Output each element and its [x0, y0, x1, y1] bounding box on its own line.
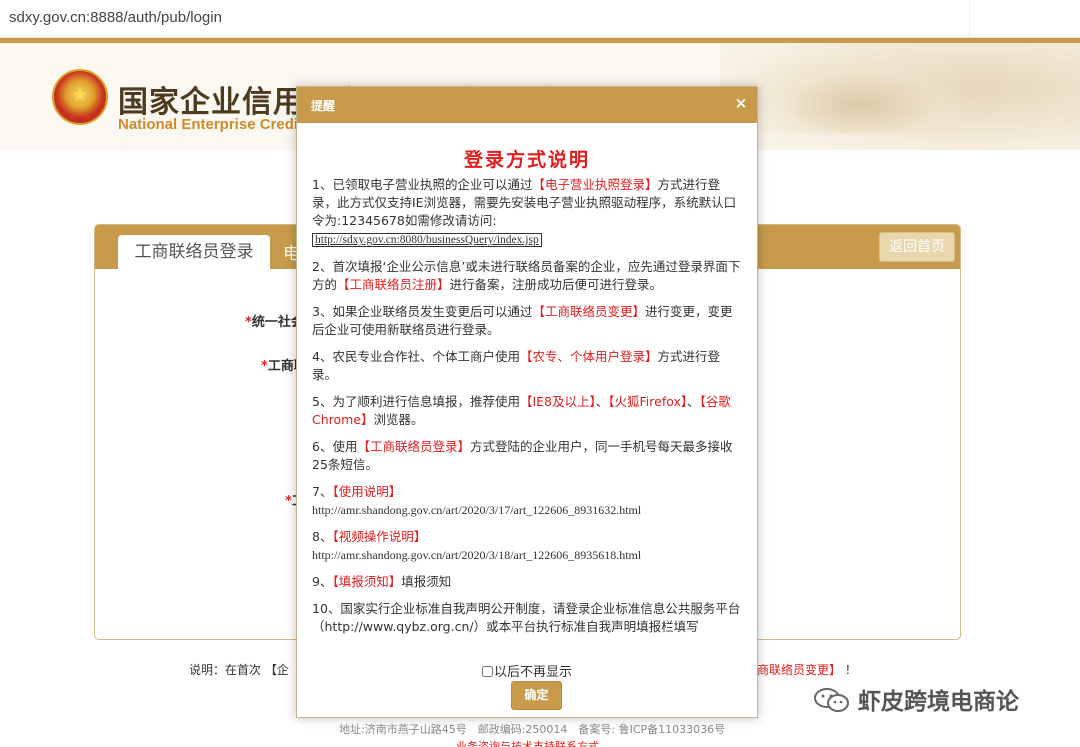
reminder-dialog: 提醒 × 登录方式说明 1、已领取电子营业执照的企业可以通过【电子营业执照登录】… — [296, 86, 758, 718]
instruction-item-5: 5、为了顺利进行信息填报，推荐使用【IE8及以上】、【火狐Firefox】、【谷… — [312, 394, 731, 427]
ie-browser-link[interactable]: 【IE8及以上】 — [520, 394, 596, 409]
liaison-login-link[interactable]: 【工商联络员登录】 — [357, 439, 470, 454]
confirm-button[interactable]: 确定 — [511, 681, 562, 710]
user-guide-url[interactable]: http://amr.shandong.gov.cn/art/2020/3/17… — [312, 503, 641, 517]
instruction-item-7: 7、【使用说明】 http://amr.shandong.gov.cn/art/… — [312, 484, 642, 517]
video-guide-link[interactable]: 【视频操作说明】 — [332, 529, 426, 544]
instruction-item-4: 4、农民专业合作社、个体工商户使用【农专、个体用户登录】方式进行登录。 — [312, 349, 720, 382]
footer-address: 地址:济南市燕子山路45号 邮政编码:250014 备案号: 鲁ICP备1103… — [339, 723, 726, 736]
footer-contact-link[interactable]: 业务咨询与技术支持联系方式 — [456, 738, 599, 747]
instruction-item-9: 9、【填报须知】填报须知 — [312, 574, 452, 589]
instruction-item-1: 1、已领取电子营业执照的企业可以通过【电子营业执照登录】方式进行登录，此方式仅支… — [312, 177, 737, 247]
back-home-button[interactable]: 返回首页 — [879, 232, 955, 262]
dont-show-checkbox[interactable] — [481, 666, 493, 677]
close-icon[interactable]: × — [734, 96, 748, 111]
instruction-item-10: 10、国家实行企业标准自我声明公开制度，请登录企业标准信息公共服务平台（http… — [312, 601, 741, 634]
dialog-heading: 登录方式说明 — [463, 149, 590, 171]
tab-liaison-login[interactable]: 工商联络员登录 — [118, 235, 270, 269]
header-mountain-art-detail — [760, 63, 960, 133]
login-note: 说明：在首次 【企 — [189, 663, 289, 677]
video-guide-url[interactable]: http://amr.shandong.gov.cn/art/2020/3/18… — [312, 548, 641, 562]
user-guide-link[interactable]: 【使用说明】 — [332, 484, 401, 499]
liaison-register-link[interactable]: 【工商联络员注册】 — [337, 277, 450, 292]
dont-show-again[interactable]: 以后不再显示 — [297, 661, 757, 680]
dialog-titlebar: 提醒 × — [297, 87, 757, 123]
filing-notice-link[interactable]: 【填报须知】 — [332, 574, 401, 589]
instruction-item-3: 3、如果企业联络员发生变更后可以通过【工商联络员变更】进行变更，变更后企业可使用… — [312, 304, 733, 337]
credit-code-label: *统一社会 — [245, 315, 304, 330]
browser-address-bar[interactable]: sdxy.gov.cn:8888/auth/pub/login — [0, 0, 1080, 38]
instruction-item-2: 2、首次填报‘企业公示信息’或未进行联络员备案的企业，应先通过登录界面下方的【工… — [312, 259, 741, 292]
address-url: sdxy.gov.cn:8888/auth/pub/login — [9, 9, 222, 26]
instruction-item-6: 6、使用【工商联络员登录】方式登陆的企业用户，同一手机号每天最多接收25条短信。 — [312, 439, 733, 472]
dont-show-label: 以后不再显示 — [493, 665, 572, 680]
national-emblem-icon — [52, 69, 108, 125]
instruction-item-8: 8、【视频操作说明】 http://amr.shandong.gov.cn/ar… — [312, 529, 642, 562]
liaison-change-link[interactable]: 商联络员变更】 ！ — [757, 661, 857, 678]
watermark-text: 虾皮跨境电商论 — [858, 689, 1019, 715]
firefox-browser-link[interactable]: 【火狐Firefox】 — [608, 394, 687, 409]
farmer-individual-login-link[interactable]: 【农专、个体用户登录】 — [520, 349, 658, 364]
wechat-icon — [814, 688, 849, 712]
e-license-login-link[interactable]: 【电子营业执照登录】 — [532, 177, 657, 192]
dialog-title: 提醒 — [311, 99, 336, 113]
dialog-body: 1、已领取电子营业执照的企业可以通过【电子营业执照登录】方式进行登录，此方式仅支… — [312, 176, 744, 646]
liaison-change-dialog-link[interactable]: 【工商联络员变更】 — [532, 304, 645, 319]
business-query-link[interactable]: http://sdxy.gov.cn:8080/businessQuery/in… — [312, 233, 542, 247]
